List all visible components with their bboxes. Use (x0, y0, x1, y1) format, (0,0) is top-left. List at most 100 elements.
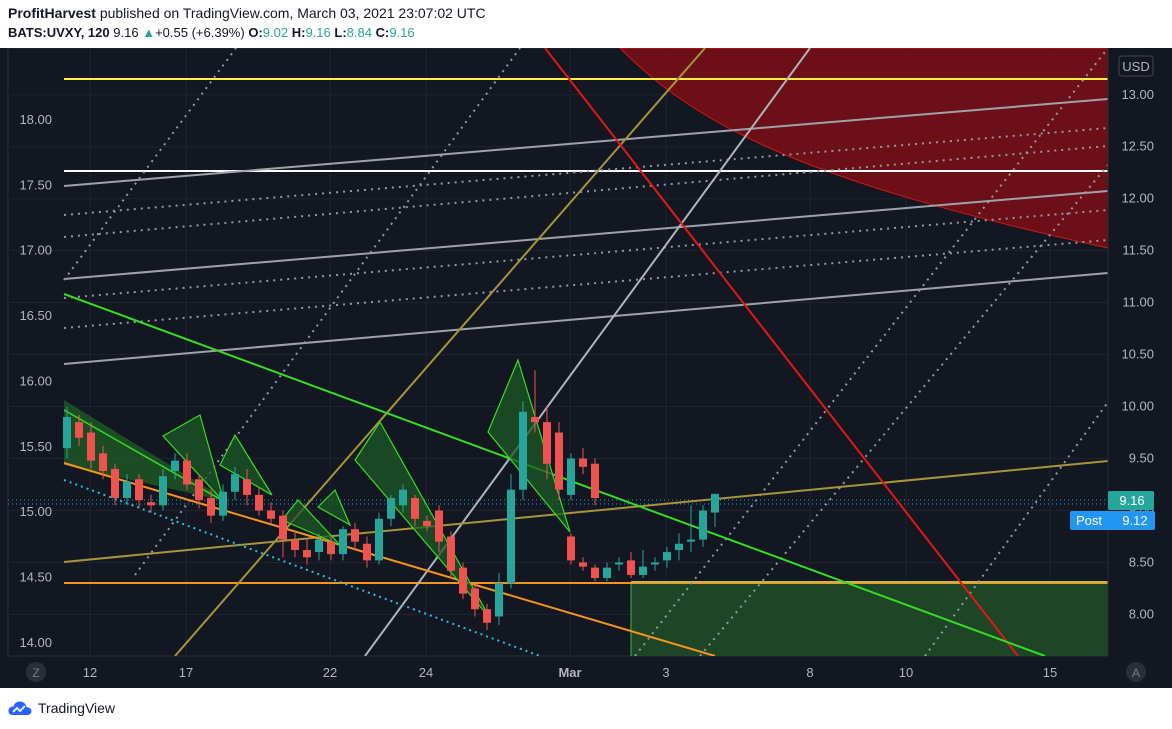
candle-body (411, 498, 419, 519)
candle-body (435, 510, 443, 542)
footer (0, 688, 1172, 729)
candle-body (579, 562, 587, 567)
left-tick-label: 14.00 (19, 635, 52, 650)
time-tick-label: 15 (1043, 665, 1057, 680)
last-price-label: 9.16 (1119, 493, 1144, 508)
candle-body (267, 510, 275, 519)
post-label-value: 9.12 (1122, 513, 1147, 528)
last-price: 9.16 (113, 25, 139, 40)
publication-line: ProfitHarvest published on TradingView.c… (8, 5, 486, 21)
price-chart[interactable]: USD 18.00 17.50 17.00 16.50 16.00 15.50 15.00 1… (0, 48, 1172, 688)
currency-label: USD (1122, 59, 1149, 74)
high-label: H: (291, 25, 306, 40)
time-tick-label: Mar (558, 665, 581, 680)
right-tick-label: 8.50 (1129, 554, 1154, 569)
candle-body (87, 432, 95, 461)
candle-body (303, 549, 311, 558)
candle-body (471, 588, 479, 610)
candle-body (159, 476, 167, 506)
candle-body (207, 498, 215, 516)
low-label: L: (334, 25, 347, 40)
time-tick-label: 17 (179, 665, 193, 680)
low-value: 8.84 (346, 25, 372, 40)
candle-body (507, 489, 515, 584)
price-change: +0.55 (+6.39%) (155, 25, 245, 40)
candle-body (123, 481, 131, 499)
candle-body (603, 567, 611, 579)
close-label: C: (375, 25, 390, 40)
left-tick-label: 15.50 (19, 439, 52, 454)
right-tick-label: 12.50 (1121, 139, 1154, 154)
time-tick-label: 10 (899, 665, 913, 680)
left-tick-label: 17.50 (19, 177, 52, 192)
z-button-label: Z (32, 666, 39, 680)
time-tick-label: 8 (806, 665, 813, 680)
candle-body (63, 416, 71, 449)
published-text: published on TradingView.com, March 03, … (99, 5, 486, 21)
candle-body (327, 541, 335, 555)
left-tick-label: 17.00 (19, 243, 52, 258)
candle-body (171, 460, 179, 472)
left-tick-label: 15.00 (19, 504, 52, 519)
candle-body (699, 510, 707, 540)
time-tick-label: 22 (323, 665, 337, 680)
candle-body (279, 515, 287, 540)
green-zone (631, 583, 1108, 656)
candle-body (543, 422, 551, 464)
candle-body (363, 543, 371, 561)
candle-body (591, 567, 599, 579)
symbol-label[interactable]: BATS:UVXY, 120 (8, 25, 110, 40)
candle-body (459, 567, 467, 594)
candle-body (99, 453, 107, 472)
time-tick-label: 3 (662, 665, 669, 680)
candle-body (135, 479, 143, 501)
candle-body (651, 562, 659, 565)
candle-body (75, 422, 83, 438)
candle-body (423, 520, 431, 527)
right-tick-label: 10.00 (1121, 399, 1154, 414)
candle-body (147, 502, 155, 506)
candle-body (615, 562, 623, 565)
open-label: O: (248, 25, 263, 40)
candle-body (591, 463, 599, 499)
tradingview-brand[interactable]: TradingView (38, 700, 115, 716)
right-tick-label: 12.00 (1121, 191, 1154, 206)
candle-body (291, 539, 299, 550)
candle-body (387, 498, 395, 519)
candle-body (219, 491, 227, 516)
candle-body (231, 474, 239, 492)
candle-body (375, 518, 383, 561)
candle-body (687, 539, 695, 542)
candle-body (195, 479, 203, 501)
right-tick-label: 11.50 (1122, 243, 1154, 258)
left-tick-label: 16.50 (19, 308, 52, 323)
candle-body (711, 493, 719, 513)
candle-body (483, 609, 491, 623)
candle-body (531, 416, 539, 423)
change-up-icon: ▲ (142, 25, 156, 40)
candle-body (555, 432, 563, 490)
candle-body (567, 458, 575, 495)
candle-body (663, 552, 671, 561)
left-tick-label: 14.50 (19, 570, 52, 585)
close-value: 9.16 (389, 25, 415, 40)
high-value: 9.16 (305, 25, 331, 40)
time-tick-label: 12 (83, 665, 97, 680)
left-tick-label: 18.00 (19, 112, 52, 127)
left-tick-label: 16.00 (19, 373, 52, 388)
candle-body (339, 529, 347, 555)
candle-body (495, 583, 503, 617)
candle-body (519, 411, 527, 490)
tradingview-cloud-icon[interactable] (8, 699, 32, 717)
a-button-label: A (1132, 666, 1140, 680)
candle-body (675, 543, 683, 550)
post-label-name: Post (1076, 513, 1102, 528)
candle-body (399, 489, 407, 506)
author-name[interactable]: ProfitHarvest (8, 5, 96, 21)
candle-body (243, 479, 251, 495)
right-tick-label: 8.00 (1129, 606, 1154, 621)
time-tick-label: 24 (419, 665, 433, 680)
candle-body (183, 460, 191, 485)
candle-body (567, 536, 575, 561)
right-tick-label: 10.50 (1121, 347, 1154, 362)
